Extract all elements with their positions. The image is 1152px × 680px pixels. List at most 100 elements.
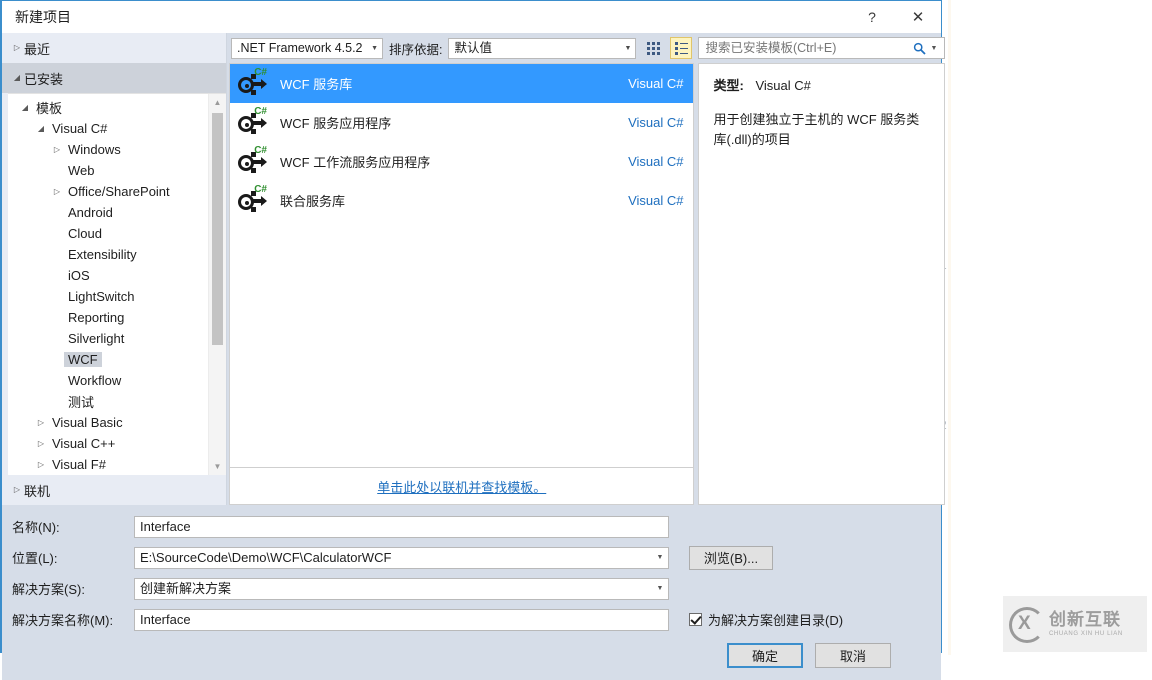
location-field[interactable]: E:\SourceCode\Demo\WCF\CalculatorWCF ▼ — [134, 546, 669, 569]
project-name-field[interactable]: Interface — [134, 515, 669, 538]
solution-name-label: 解决方案名称(M): — [12, 613, 114, 628]
template-language: Visual C# — [628, 193, 684, 208]
tree-scrollbar[interactable]: ▲ ▼ — [208, 94, 226, 475]
template-description-text: 用于创建独立于主机的 WCF 服务类库(.dll)的项目 — [713, 112, 920, 148]
tree-node-visual-basic[interactable]: ▷ Visual Basic — [8, 412, 226, 433]
small-icons-view-icon[interactable] — [670, 37, 693, 59]
new-project-dialog: 新建项目 ? ✕ ▷ 最近 ◢ 已安装 ◢ 模板 ◢ Visual C# ▷ Window… — [0, 0, 946, 680]
chevron-right-icon[interactable]: ▷ — [50, 145, 64, 154]
tree-node-label: 测试 — [68, 395, 95, 410]
watermark-pinyin-text: CHUANG XIN HU LIAN — [1049, 631, 1123, 637]
cancel-button[interactable]: 取消 — [815, 643, 891, 668]
description-pane: ▼ 类型: Visual C# 用于创建独立于主机的 WCF 服务类库(.dll… — [696, 33, 948, 505]
project-name-row: 名称(N): Interface — [2, 513, 941, 540]
sidebar-item-recent[interactable]: ▷ 最近 — [2, 33, 226, 63]
tree-node-extensibility[interactable]: Extensibility — [8, 244, 226, 265]
tree-node-lightswitch[interactable]: LightSwitch — [8, 286, 226, 307]
tree-node-label: Visual C++ — [52, 436, 116, 451]
tree-node-label: Visual Basic — [52, 415, 123, 430]
solution-dropdown[interactable]: 创建新解决方案 ▼ — [134, 577, 669, 600]
chevron-right-icon[interactable]: ▷ — [34, 439, 48, 448]
tree-node-silverlight[interactable]: Silverlight — [8, 328, 226, 349]
tree-node-label: iOS — [68, 268, 90, 283]
tree-node-visual-c[interactable]: ▷ Visual C++ — [8, 433, 226, 454]
csharp-badge-icon: C# — [254, 105, 267, 117]
chevron-right-icon[interactable]: ▷ — [34, 460, 48, 469]
chevron-right-icon[interactable]: ▷ — [10, 44, 24, 52]
template-list-item[interactable]: C# WCF 服务库 Visual C# — [230, 64, 694, 103]
browse-button[interactable]: 浏览(B)... — [689, 545, 773, 570]
wcf-service-icon: C# — [236, 105, 270, 139]
create-directory-checkbox-row[interactable]: 为解决方案创建目录(D) — [689, 610, 843, 629]
tree-scroll-region: ◢ 模板 ◢ Visual C# ▷ Windows Web ▷ Office/SharePoi… — [8, 93, 226, 475]
chevron-down-icon[interactable]: ▼ — [930, 45, 944, 52]
tree-node-office-sharepoint[interactable]: ▷ Office/SharePoint — [8, 181, 226, 202]
tree-node-windows[interactable]: ▷ Windows — [8, 139, 226, 160]
framework-version-value: .NET Framework 4.5.2 — [237, 40, 363, 55]
tree-node-visual-c[interactable]: ◢ Visual C# — [8, 118, 226, 139]
tree-node-android[interactable]: Android — [8, 202, 226, 223]
sidebar-item-online[interactable]: ▷ 联机 — [2, 475, 226, 505]
tree-node-label: Workflow — [68, 373, 122, 388]
sidebar-item-recent-label: 最近 — [24, 41, 51, 57]
help-icon[interactable]: ? — [849, 1, 895, 33]
chevron-down-icon[interactable]: ▼ — [371, 39, 378, 58]
framework-version-dropdown[interactable]: .NET Framework 4.5.2 ▼ — [231, 37, 383, 59]
tree-node-[interactable]: ◢ 模板 — [8, 97, 226, 118]
chevron-right-icon[interactable]: ▷ — [10, 486, 24, 494]
tree-node-label: Visual F# — [52, 457, 106, 472]
solution-name-field[interactable]: Interface — [134, 608, 669, 631]
template-language: Visual C# — [628, 76, 684, 91]
dialog-body: ▷ 最近 ◢ 已安装 ◢ 模板 ◢ Visual C# ▷ Windows Web ▷ Offi… — [2, 33, 946, 505]
chevron-down-icon[interactable]: ◢ — [18, 103, 32, 112]
scrollbar-thumb[interactable] — [212, 113, 223, 345]
ok-button[interactable]: 确定 — [727, 643, 803, 668]
tree-node-visual-f[interactable]: ▷ Visual F# — [8, 454, 226, 475]
sort-by-label: 排序依据: — [389, 42, 443, 57]
chevron-right-icon[interactable]: ▷ — [50, 187, 64, 196]
location-label: 位置(L): — [12, 551, 58, 566]
project-name-value: Interface — [140, 518, 191, 534]
online-templates-link[interactable]: 单击此处以联机并查找模板。 — [377, 477, 546, 496]
template-list[interactable]: C# WCF 服务库 Visual C# C# WCF 服务应用程序 Visual C# C… — [229, 63, 695, 468]
watermark-x-glyph: X — [1018, 613, 1031, 634]
wcf-service-icon: C# — [236, 184, 270, 217]
scroll-down-icon[interactable]: ▼ — [209, 458, 226, 475]
search-input[interactable] — [699, 41, 909, 55]
medium-icons-view-icon[interactable] — [642, 37, 664, 59]
sort-by-dropdown[interactable]: 默认值 ▼ — [448, 37, 637, 59]
tree-node-label: Silverlight — [68, 331, 125, 346]
tree-node-[interactable]: 测试 — [8, 391, 226, 412]
tree-node-cloud[interactable]: Cloud — [8, 223, 226, 244]
chevron-down-icon[interactable]: ◢ — [10, 74, 24, 82]
tree-node-reporting[interactable]: Reporting — [8, 307, 226, 328]
solution-value: 创建新解决方案 — [140, 580, 232, 596]
template-name: WCF 服务库 — [280, 77, 353, 92]
chevron-down-icon[interactable]: ▼ — [652, 554, 668, 561]
template-type-label: 类型: — [713, 78, 744, 93]
chevron-right-icon[interactable]: ▷ — [34, 418, 48, 427]
tree-node-wcf[interactable]: WCF — [8, 349, 226, 370]
template-name: 联合服务库 — [280, 194, 346, 209]
chevron-down-icon[interactable]: ◢ — [34, 124, 48, 133]
dialog-footer: 名称(N): Interface 位置(L): E:\SourceCode\De… — [2, 505, 941, 680]
sidebar-item-installed[interactable]: ◢ 已安装 — [2, 63, 226, 93]
template-list-item[interactable]: C# WCF 服务应用程序 Visual C# — [230, 103, 693, 142]
scroll-up-icon[interactable]: ▲ — [209, 94, 226, 111]
template-list-item[interactable]: C# 联合服务库 Visual C# — [230, 181, 693, 220]
tree-node-ios[interactable]: iOS — [8, 265, 226, 286]
tree-node-list: ◢ 模板 ◢ Visual C# ▷ Windows Web ▷ Office/SharePoi… — [8, 94, 226, 475]
sidebar-item-installed-label: 已安装 — [24, 71, 64, 87]
create-directory-checkbox[interactable] — [689, 613, 702, 626]
tree-node-workflow[interactable]: Workflow — [8, 370, 226, 391]
close-icon[interactable]: ✕ — [895, 1, 941, 33]
search-icon[interactable] — [908, 42, 930, 55]
tree-node-label: 模板 — [36, 101, 63, 116]
tree-node-web[interactable]: Web — [8, 160, 226, 181]
watermark-chinese-text: 创新互联 — [1049, 610, 1121, 629]
template-list-item[interactable]: C# WCF 工作流服务应用程序 Visual C# — [230, 142, 693, 181]
chevron-down-icon[interactable]: ▼ — [625, 39, 632, 58]
create-directory-label: 为解决方案创建目录(D) — [708, 613, 844, 628]
search-box[interactable]: ▼ — [698, 37, 946, 59]
chevron-down-icon[interactable]: ▼ — [652, 585, 668, 592]
